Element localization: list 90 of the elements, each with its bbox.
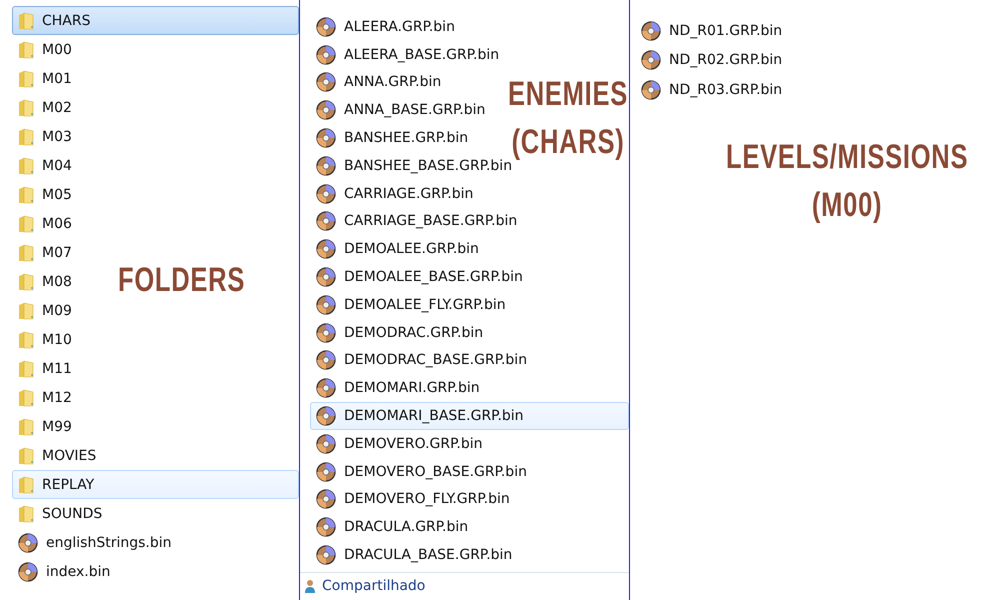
file-list-item[interactable]: CHARS	[12, 6, 299, 35]
file-list-item[interactable]: M10	[12, 325, 77, 354]
file-list-item[interactable]: DEMODRAC_BASE.GRP.bin	[310, 346, 532, 374]
file-list-item[interactable]: DRACULA.GRP.bin	[310, 513, 474, 542]
folder-icon	[18, 476, 34, 494]
disc-icon	[316, 128, 336, 148]
file-list-item[interactable]: ALEERA_BASE.GRP.bin	[310, 40, 504, 69]
file-list-item[interactable]: ANNA_BASE.GRP.bin	[310, 96, 490, 124]
disc-icon	[316, 211, 336, 232]
disc-icon	[316, 378, 336, 398]
disc-icon	[316, 294, 336, 315]
folder-icon	[18, 12, 34, 30]
disc-icon	[316, 239, 336, 260]
file-list-item[interactable]: ND_R02.GRP.bin	[640, 46, 788, 75]
folder-icon	[18, 418, 34, 436]
disc-icon	[316, 462, 336, 482]
file-list-item[interactable]: DEMOALEE_FLY.GRP.bin	[310, 290, 511, 319]
file-list-item[interactable]: ALEERA.GRP.bin	[310, 13, 460, 41]
folder-icon	[18, 272, 34, 290]
file-list-item[interactable]: DEMOVERO_BASE.GRP.bin	[310, 458, 532, 486]
file-list-item[interactable]: DEMOMARI.GRP.bin	[310, 374, 485, 402]
disc-icon	[316, 406, 336, 426]
disc-icon	[641, 20, 661, 41]
file-list-item[interactable]: REPLAY	[12, 470, 299, 499]
disc-icon	[316, 489, 336, 510]
folder-icon	[18, 214, 34, 232]
user-icon	[304, 579, 316, 593]
file-list-item[interactable]: CARRIAGE_BASE.GRP.bin	[310, 208, 522, 236]
file-list-item[interactable]: M07	[12, 238, 77, 267]
file-list-item[interactable]: DEMOALEE.GRP.bin	[310, 235, 484, 264]
shared-link[interactable]: Compartilhado	[322, 578, 426, 594]
file-list-item[interactable]: M06	[12, 209, 77, 238]
annotation-label: FOLDERS	[118, 260, 246, 301]
file-list-item[interactable]: M00	[12, 35, 77, 64]
folder-icon	[18, 504, 34, 522]
file-list-item[interactable]: index.bin	[12, 557, 116, 586]
file-list-item[interactable]: DEMOVERO_FLY.GRP.bin	[310, 486, 515, 514]
disc-icon	[316, 434, 336, 454]
file-list-item[interactable]: ANNA.GRP.bin	[310, 68, 446, 96]
file-list-item[interactable]: M11	[12, 354, 77, 383]
folder-icon	[18, 156, 34, 174]
disc-icon	[316, 267, 336, 288]
disc-icon	[316, 517, 336, 538]
file-list-item[interactable]: DEMOMARI_BASE.GRP.bin	[310, 402, 629, 430]
disc-icon	[316, 44, 336, 65]
folder-icon	[18, 98, 34, 116]
file-list-item[interactable]: M08	[12, 267, 77, 296]
file-list-item[interactable]: DEMOVERO.GRP.bin	[310, 430, 488, 458]
file-list-item[interactable]: M02	[12, 93, 77, 122]
folder-icon	[18, 302, 34, 320]
disc-icon	[18, 532, 38, 552]
folder-icon	[18, 244, 34, 262]
file-list-item[interactable]: CARRIAGE.GRP.bin	[310, 180, 478, 208]
disc-icon	[641, 50, 661, 70]
file-list-item[interactable]: MOVIES	[12, 441, 102, 470]
file-list-item[interactable]: M01	[12, 64, 77, 93]
file-list-item[interactable]: SOUNDS	[12, 499, 108, 528]
folder-icon	[18, 446, 34, 464]
folder-icon	[18, 388, 34, 406]
disc-icon	[316, 72, 336, 92]
disc-icon	[316, 350, 336, 370]
file-list-item[interactable]: DEMODRAC.GRP.bin	[310, 318, 488, 347]
file-list-item[interactable]: M09	[12, 296, 77, 325]
file-list-item[interactable]: M05	[12, 180, 77, 209]
disc-icon	[316, 322, 336, 343]
folder-icon	[18, 70, 34, 88]
file-list-item[interactable]: M12	[12, 383, 77, 412]
file-list-item[interactable]: ND_R01.GRP.bin	[640, 16, 788, 46]
file-list-item[interactable]: M04	[12, 151, 77, 180]
disc-icon	[316, 184, 336, 204]
file-list-item[interactable]: DEMOALEE_BASE.GRP.bin	[310, 263, 528, 291]
folder-icon	[18, 186, 34, 204]
folder-icon	[18, 360, 34, 378]
disc-icon	[641, 80, 661, 100]
annotation-label: ENEMIES (CHARS)	[508, 74, 628, 161]
folder-icon	[18, 128, 34, 146]
file-list-item[interactable]: M99	[12, 412, 77, 441]
annotation-label: LEVELS/MISSIONS (M00)	[726, 137, 968, 226]
file-list-item[interactable]: BANSHEE.GRP.bin	[310, 124, 474, 152]
folder-icon	[18, 40, 34, 58]
file-list-item[interactable]: DRACULA_BASE.GRP.bin	[310, 541, 518, 569]
disc-icon	[316, 100, 336, 120]
file-list-item[interactable]: englishStrings.bin	[12, 528, 176, 557]
folder-icon	[18, 330, 34, 348]
disc-icon	[316, 16, 336, 37]
file-list-item[interactable]: ND_R03.GRP.bin	[640, 75, 788, 104]
file-list-item[interactable]: M03	[12, 122, 77, 151]
disc-icon	[316, 545, 336, 566]
disc-icon	[316, 156, 336, 176]
disc-icon	[18, 562, 38, 582]
